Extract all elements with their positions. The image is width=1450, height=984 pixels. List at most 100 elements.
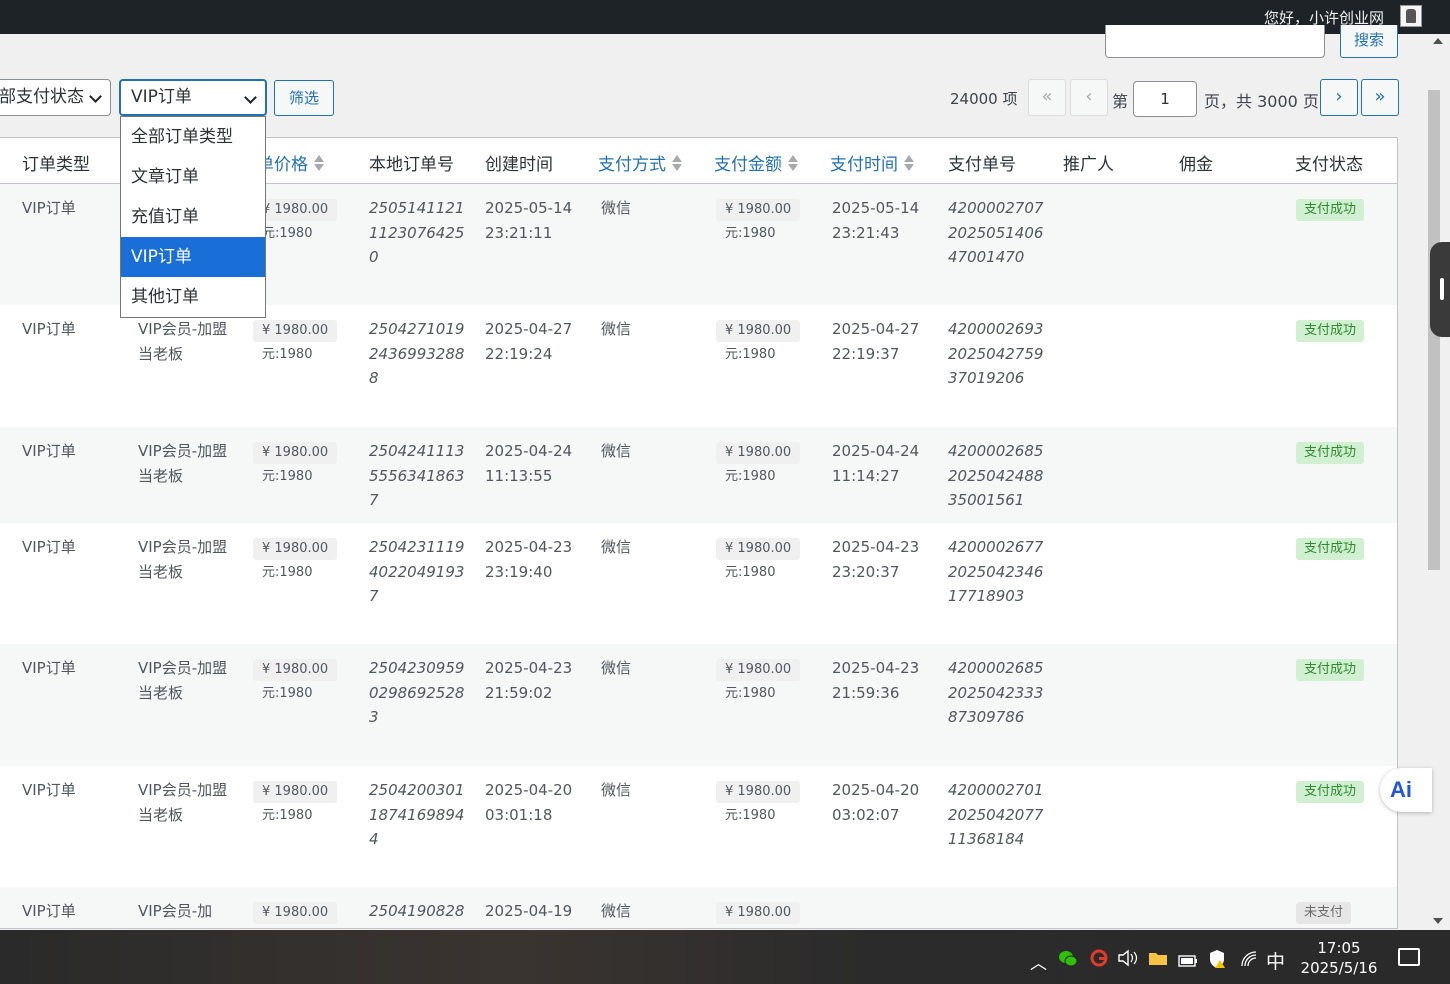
created-time: 2025-04-19 [485,902,573,920]
option-recharge-orders[interactable]: 充值订单 [121,197,265,237]
wechat-icon[interactable] [1058,950,1078,973]
option-all-order-types[interactable]: 全部订单类型 [121,117,265,157]
order-type-select-value: VIP订单 [131,87,192,107]
col-promoter: 推广人 [1063,155,1114,175]
battery-icon[interactable] [1178,952,1198,972]
sort-icon [314,154,324,172]
local-order-no: 25042710192436993288 8 [369,320,465,387]
col-payment-time[interactable]: 支付时间 [830,150,914,175]
status-badge-label: 支付成功 [1296,538,1365,560]
status-badge: 支付成功 [1296,439,1365,464]
col-payment-method[interactable]: 支付方式 [598,150,682,175]
amount-pill: ¥ 1980.00 [716,199,801,221]
ai-assistant-icon[interactable]: Ai [1380,768,1432,812]
filter-button[interactable]: 筛选 [274,80,334,116]
order-type: VIP订单 [22,199,76,217]
payment-time: 2025-04-20 03:02:07 [832,781,920,824]
payment-amount: ¥ 1980.00 元:1980 [716,778,801,826]
first-page-button[interactable]: « [1028,79,1066,116]
status-badge: 支付成功 [1296,317,1365,342]
col-payment-time-label: 支付时间 [830,155,898,175]
payment-status-select[interactable]: 部支付状态 [0,79,111,116]
option-article-orders[interactable]: 文章订单 [121,157,265,197]
security-shield-icon[interactable] [1208,949,1228,974]
col-commission: 佣金 [1179,155,1213,175]
amount-sub: 元:1980 [725,565,776,580]
price-sub: 元:1980 [262,469,313,484]
volume-icon[interactable] [1117,949,1139,972]
status-badge: 未支付 [1296,899,1352,924]
wifi-icon[interactable] [1240,950,1258,973]
next-page-button[interactable]: › [1320,79,1358,116]
side-panel-handle[interactable] [1430,242,1450,337]
payment-time: 2025-04-27 22:19:37 [832,320,920,363]
price-pill: ¥ 1980.00 [253,659,338,681]
search-button[interactable]: 搜索 [1340,25,1398,58]
order-price: ¥ 1980.00 元:1980 [253,317,338,365]
col-created-time: 创建时间 [485,155,553,175]
status-badge-label: 支付成功 [1296,781,1365,803]
order-type: VIP订单 [22,902,76,920]
payment-no: 4200002685 2025042488 35001561 [948,442,1044,509]
current-page-input[interactable]: 1 [1133,81,1197,117]
created-time: 2025-04-20 03:01:18 [485,781,573,824]
notification-icon[interactable] [1398,948,1420,966]
payment-amount: ¥ 1980.00 元:1980 [716,196,801,244]
local-order-no: 25042309590298692528 3 [369,659,465,726]
status-badge: 支付成功 [1296,196,1365,221]
payment-time: 2025-04-24 11:14:27 [832,442,920,485]
payment-method: 微信 [601,902,632,920]
user-avatar-icon[interactable] [1400,5,1422,27]
chevron-up-icon[interactable]: ︿ [1030,949,1047,974]
clock-date: 2025/5/16 [1300,959,1378,977]
table-row: VIP订单 VIP会员-加盟当老板 ¥ 1980.00 元:1980 250423… [0,644,1397,766]
scroll-down-icon[interactable] [1433,918,1443,924]
order-type: VIP订单 [22,538,76,556]
option-vip-orders[interactable]: VIP订单 [121,237,265,277]
payment-no: 4200002677 2025042346 17718903 [948,538,1044,605]
order-type-select[interactable]: VIP订单 [119,79,267,116]
amount-sub: 元:1980 [725,686,776,701]
chevron-down-icon [89,90,102,103]
amount-pill: ¥ 1980.00 [716,902,801,924]
local-order-no: 2504190828 [369,902,465,920]
prev-page-button[interactable]: ‹ [1070,79,1108,116]
payment-time: 2025-04-23 23:20:37 [832,538,920,581]
price-pill: ¥ 1980.00 [253,538,338,560]
app-g-icon[interactable] [1090,949,1108,972]
product-name: VIP会员-加盟当老板 [138,781,228,824]
sort-icon [904,154,914,172]
amount-pill: ¥ 1980.00 [716,320,801,342]
clock[interactable]: 17:05 2025/5/16 [1300,938,1378,978]
scroll-up-icon[interactable] [1433,38,1443,44]
payment-status-select-value: 部支付状态 [0,87,84,107]
item-count: 24000 项 [950,90,1018,108]
price-pill: ¥ 1980.00 [253,781,338,803]
chevron-down-icon [244,91,257,104]
order-price: ¥ 1980.00 元:1980 [253,535,338,583]
option-other-orders[interactable]: 其他订单 [121,277,265,317]
payment-amount: ¥ 1980.00 元:1980 [716,535,801,583]
order-price: ¥ 1980.00 元:1980 [253,778,338,826]
input-method-indicator[interactable]: 中 [1266,947,1285,974]
table-row: VIP订单 VIP会员-加盟当老板 ¥ 1980.00 元:1980 250420… [0,766,1397,887]
last-page-button[interactable]: » [1361,79,1399,116]
local-order-no: 25051411211123076425 0 [369,199,465,266]
status-badge-label: 未支付 [1296,902,1352,924]
taskbar: ︿ 中 17:05 2025/5/16 [0,930,1450,984]
search-input[interactable] [1105,25,1325,58]
sort-icon [788,154,798,172]
payment-method: 微信 [601,781,632,799]
table-row: VIP订单 VIP会员-加盟当老板 ¥ 1980.00 元:1980 250423… [0,523,1397,644]
order-type: VIP订单 [22,320,76,338]
price-pill: ¥ 1980.00 [253,902,338,924]
col-payment-amount[interactable]: 支付金额 [714,150,798,175]
status-badge: 支付成功 [1296,656,1365,681]
payment-no: 4200002701 2025042077 11368184 [948,781,1044,848]
status-badge-label: 支付成功 [1296,442,1365,464]
order-type: VIP订单 [22,659,76,677]
col-order-type: 订单类型 [22,155,90,175]
product-name: VIP会员-加盟当老板 [138,538,228,581]
folder-icon[interactable] [1148,950,1168,971]
amount-pill: ¥ 1980.00 [716,538,801,560]
